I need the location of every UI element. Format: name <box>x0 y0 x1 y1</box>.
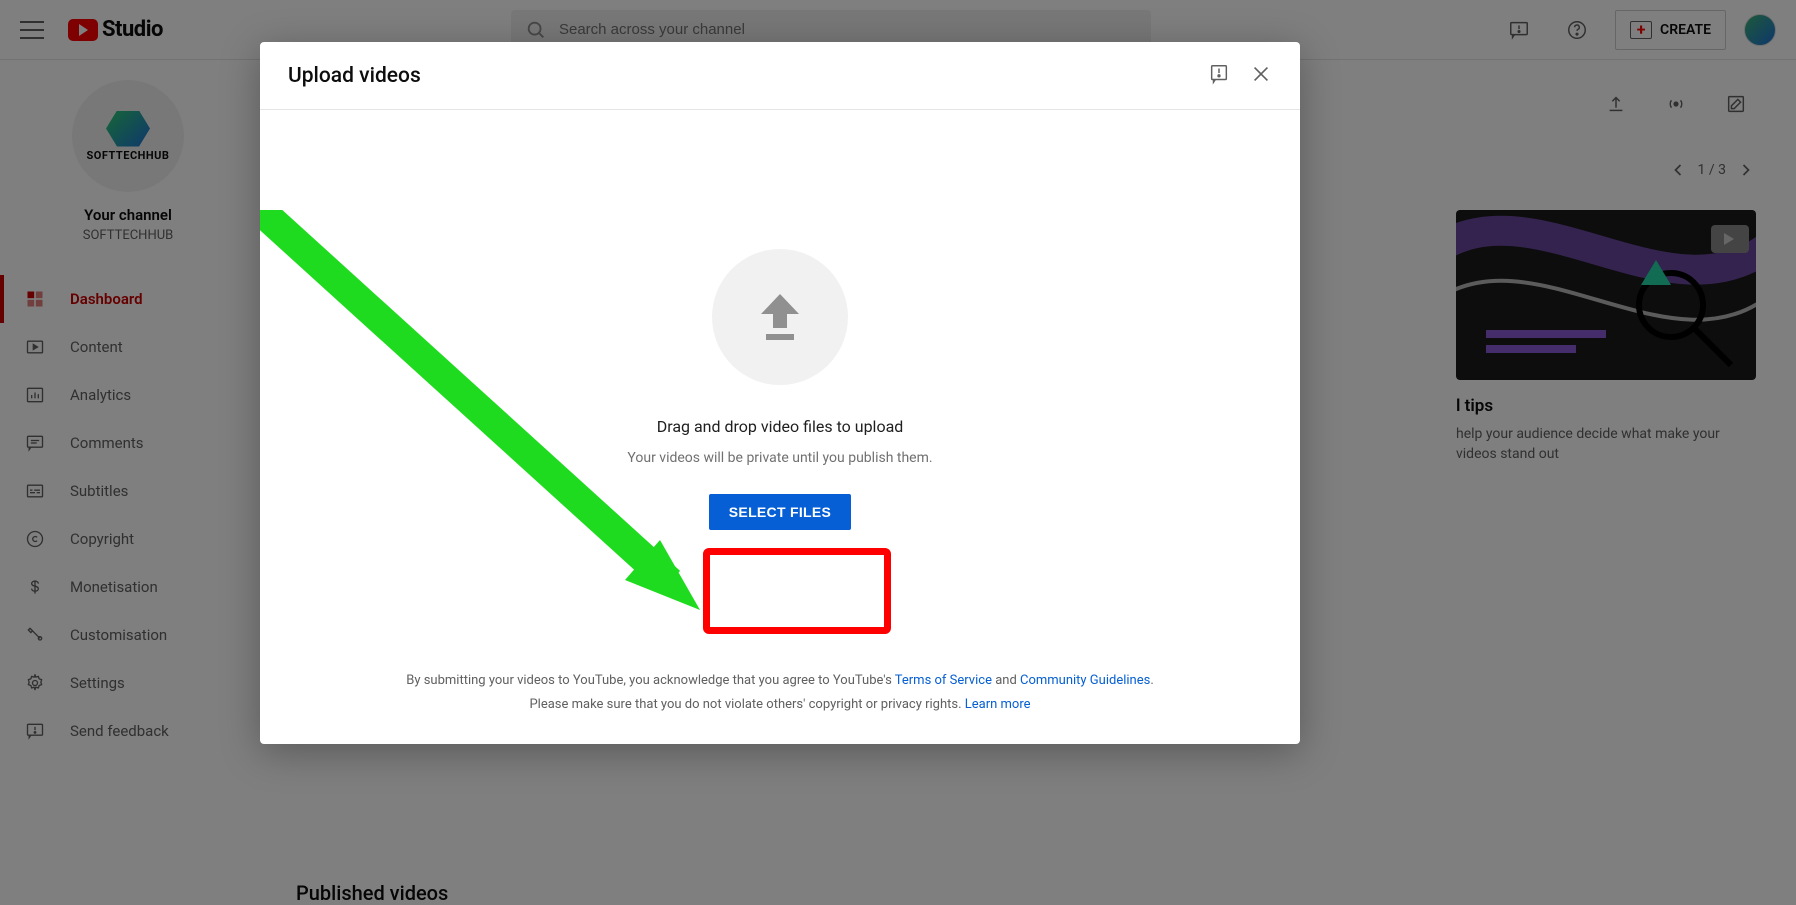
modal-title: Upload videos <box>288 64 421 88</box>
guidelines-link[interactable]: Community Guidelines <box>1020 673 1150 688</box>
upload-modal: Upload videos Drag and drop video files … <box>260 42 1300 744</box>
drag-title: Drag and drop video files to upload <box>657 417 904 436</box>
report-icon[interactable] <box>1208 63 1230 89</box>
legal-text: By submitting your videos to YouTube, yo… <box>260 669 1300 744</box>
upload-drop-zone[interactable] <box>712 249 848 385</box>
select-files-button[interactable]: SELECT FILES <box>709 494 851 530</box>
drag-subtitle: Your videos will be private until you pu… <box>627 450 932 466</box>
learn-more-link[interactable]: Learn more <box>965 697 1031 712</box>
terms-link[interactable]: Terms of Service <box>895 673 992 688</box>
upload-arrow-icon <box>755 290 805 344</box>
close-icon[interactable] <box>1250 63 1272 89</box>
annotation-highlight-box <box>703 548 891 634</box>
